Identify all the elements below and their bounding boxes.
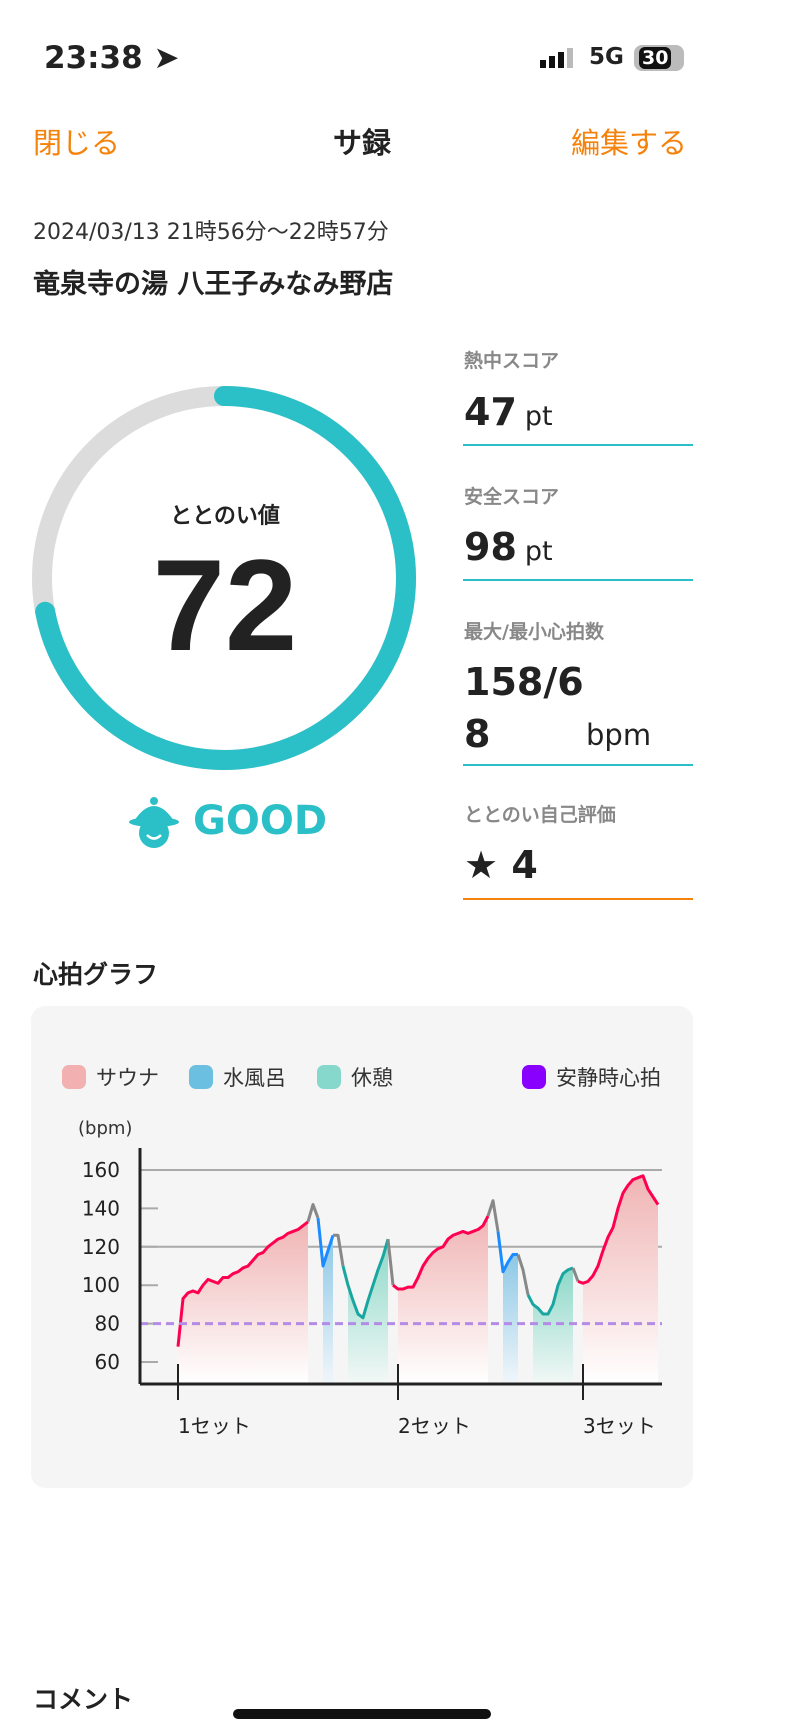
y-tick-label: 60 (95, 1350, 120, 1374)
y-tick-label: 140 (82, 1196, 120, 1220)
hr-line-transition (486, 1199, 500, 1232)
hr-line-transition (516, 1254, 530, 1296)
phase-area-rest (533, 1267, 573, 1384)
phase-area-sauna (398, 1216, 488, 1384)
hr-line-transition (571, 1267, 580, 1282)
y-tick-label: 100 (82, 1273, 120, 1297)
y-axis-label: (bpm) (78, 1118, 132, 1139)
hr-line-transition (306, 1203, 320, 1223)
heart-rate-chart: (bpm) 60 80 100 120 140 160 1セット 2セット 3セット (78, 1118, 662, 1438)
y-tick-label: 80 (95, 1312, 120, 1336)
x-tick-label: 2セット (398, 1414, 471, 1438)
x-tick-label: 3セット (583, 1414, 656, 1438)
phase-area-cold (503, 1254, 518, 1384)
hr-line-transition (333, 1233, 345, 1267)
y-tick-label: 160 (82, 1158, 120, 1182)
comment-title: コメント (33, 1685, 134, 1714)
home-indicator (233, 1709, 491, 1719)
x-tick-label: 1セット (178, 1414, 251, 1438)
y-tick-label: 120 (82, 1235, 120, 1259)
phase-area-sauna (583, 1175, 658, 1384)
